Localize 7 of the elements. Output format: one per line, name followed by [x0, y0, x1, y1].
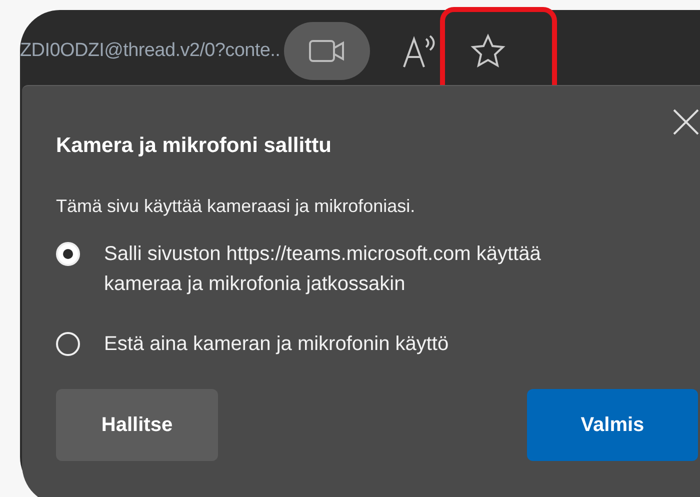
- option-label: Salli sivuston https://teams.microsoft.com käyttää kameraa ja mikrofonia jatkossakin: [104, 242, 542, 297]
- popup-description: Tämä sivu käyttää kameraasi ja mikrofoniasi.: [56, 196, 416, 217]
- address-text[interactable]: ZDI0ODZI@thread.v2/0?conte..: [20, 40, 280, 62]
- popup-title: Kamera ja mikrofoni sallittu: [56, 134, 332, 158]
- done-button[interactable]: Valmis: [527, 389, 698, 461]
- manage-button[interactable]: Hallitse: [56, 389, 218, 461]
- option-label: Estä aina kameran ja mikrofonin käyttö: [104, 332, 450, 357]
